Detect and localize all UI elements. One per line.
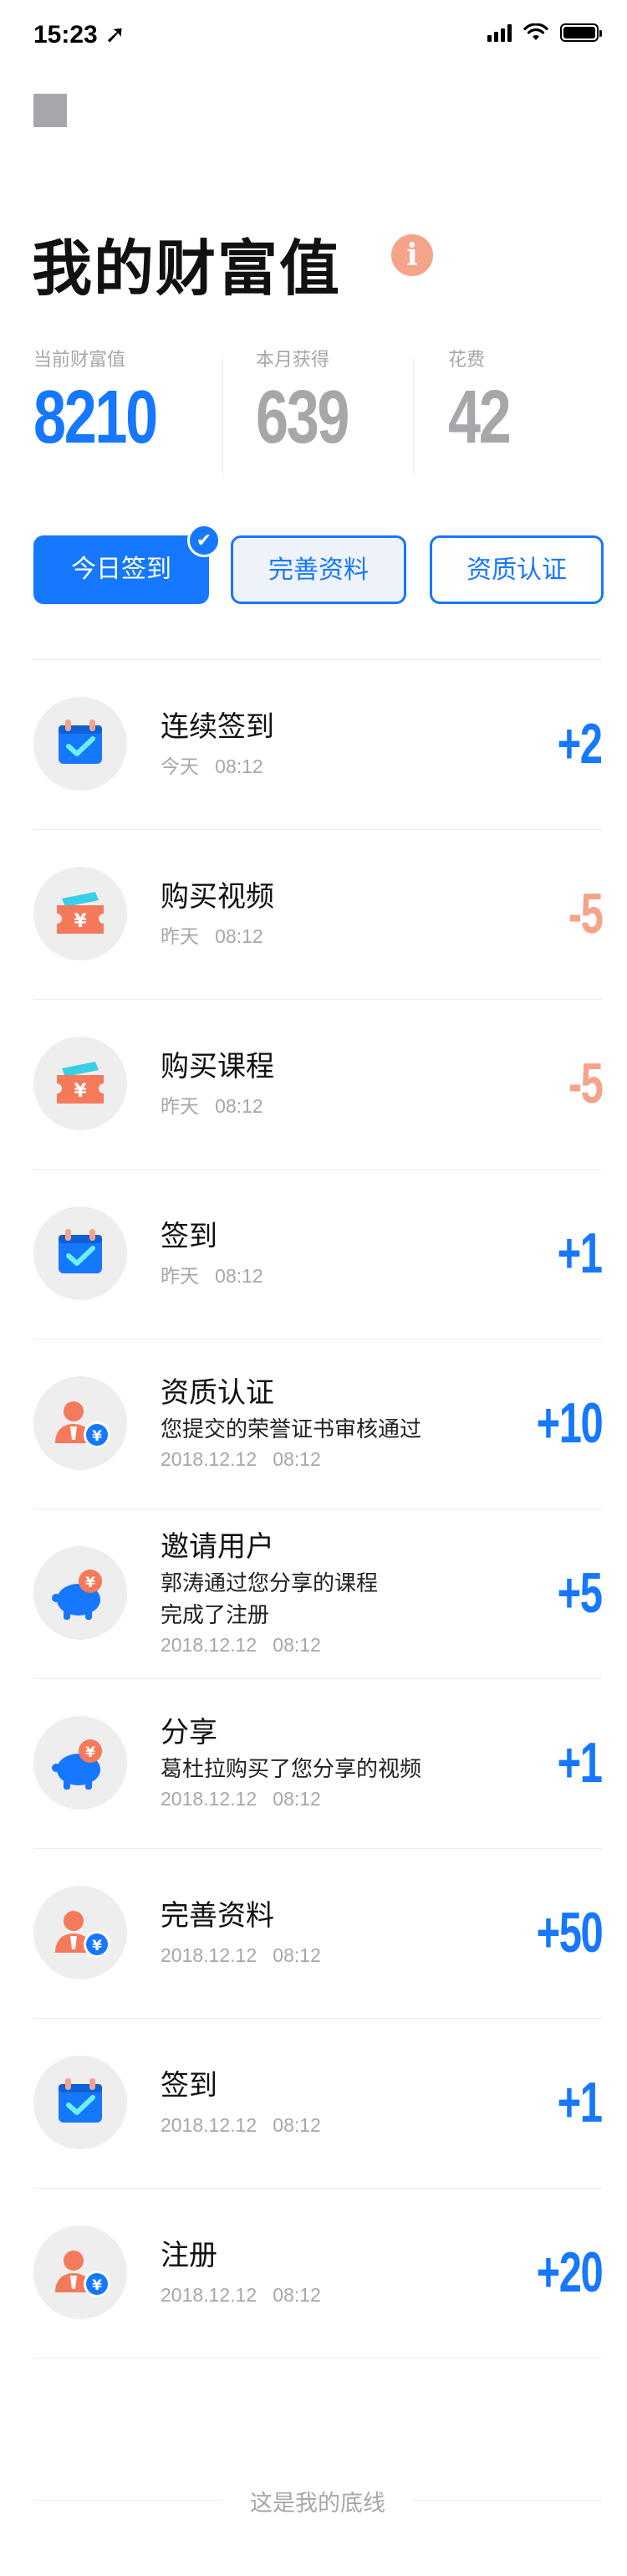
svg-text:¥: ¥ xyxy=(92,1938,102,1954)
record-text: 邀请用户郭涛通过您分享的课程 完成了注册 2018.12.12 08:12 xyxy=(161,1530,512,1659)
wealth-record-list: 连续签到 今天 08:12 +2 ¥ 购买视频 昨天 08:12 -5 ¥ 购买课程 昨天 08:… xyxy=(33,660,603,2358)
record-item[interactable]: ¥ 购买课程昨天 08:12 -5 xyxy=(33,1000,603,1170)
cellular-signal-icon xyxy=(487,23,512,42)
status-bar: 15:23 ➚ xyxy=(0,0,627,74)
record-item[interactable]: ¥ 分享葛杜拉购买了您分享的视频 2018.12.12 08:12 +1 xyxy=(33,1679,603,1849)
record-text: 完善资料 2018.12.12 08:12 xyxy=(161,1899,512,1969)
record-item[interactable]: ¥ 资质认证您提交的荣誉证书审核通过 2018.12.12 08:12 +10 xyxy=(33,1339,603,1509)
record-title: 注册 xyxy=(161,2240,217,2271)
calendar-check-icon xyxy=(33,1206,127,1300)
svg-text:¥: ¥ xyxy=(92,1428,102,1445)
record-time: 昨天 08:12 xyxy=(161,1095,263,1117)
ticket-yen-icon: ¥ xyxy=(33,1037,127,1130)
stat-divider xyxy=(413,358,414,475)
record-item[interactable]: ¥ 邀请用户郭涛通过您分享的课程 完成了注册 2018.12.12 08:12 +5 xyxy=(33,1509,603,1679)
record-text: 购买视频昨天 08:12 xyxy=(161,880,512,950)
stat-label: 当前财富值 xyxy=(33,349,126,370)
record-text: 签到 2018.12.12 08:12 xyxy=(161,2069,512,2139)
record-score: -5 xyxy=(568,882,603,945)
stat-value: 639 xyxy=(256,376,349,459)
record-text: 分享葛杜拉购买了您分享的视频 2018.12.12 08:12 xyxy=(161,1716,512,1813)
wealth-stats: 当前财富值 8210 本月获得 639 花费 42 xyxy=(0,345,627,479)
record-score: +20 xyxy=(536,2241,603,2304)
record-item[interactable]: 连续签到今天 08:12 +2 xyxy=(33,660,603,830)
record-time: 2018.12.12 08:12 xyxy=(161,1788,321,1810)
status-icons xyxy=(487,23,602,42)
stat-label: 本月获得 xyxy=(256,349,330,370)
record-time: 2018.12.12 08:12 xyxy=(161,2114,321,2136)
record-score: +1 xyxy=(558,1221,603,1285)
record-time: 今天 08:12 xyxy=(161,755,263,777)
status-time: 15:23 ➚ xyxy=(33,21,126,49)
svg-text:¥: ¥ xyxy=(74,911,87,932)
record-time: 昨天 08:12 xyxy=(161,1265,263,1287)
stat-value: 8210 xyxy=(33,376,158,459)
list-end-footer: 这是我的底线 xyxy=(33,2483,602,2517)
record-title: 购买课程 xyxy=(161,1051,274,1083)
stat-current-wealth: 当前财富值 8210 xyxy=(33,345,191,455)
back-button[interactable] xyxy=(33,94,67,127)
record-text: 注册 2018.12.12 08:12 xyxy=(161,2239,512,2309)
record-title: 完善资料 xyxy=(161,1900,274,1932)
record-score: -5 xyxy=(568,1052,603,1115)
record-item[interactable]: 签到昨天 08:12 +1 xyxy=(33,1170,603,1339)
user-yen-icon: ¥ xyxy=(33,1376,127,1470)
stat-label: 花费 xyxy=(448,349,486,370)
calendar-check-icon xyxy=(33,697,127,791)
record-title: 邀请用户 xyxy=(161,1531,274,1563)
record-time: 2018.12.12 08:12 xyxy=(161,2284,321,2306)
stat-month-earned: 本月获得 639 xyxy=(256,345,374,455)
record-title: 签到 xyxy=(161,1221,217,1252)
record-title: 连续签到 xyxy=(161,711,274,743)
user-yen-icon: ¥ xyxy=(33,1886,127,1979)
record-time: 2018.12.12 08:12 xyxy=(161,1634,321,1656)
footer-text: 这是我的底线 xyxy=(250,2491,385,2516)
certification-button[interactable]: 资质认证 xyxy=(430,535,604,604)
record-score: +1 xyxy=(558,1731,603,1795)
user-yen-icon: ¥ xyxy=(33,2225,127,2319)
record-text: 连续签到今天 08:12 xyxy=(161,710,512,781)
piggy-bank-icon: ¥ xyxy=(33,1546,127,1640)
record-text: 签到昨天 08:12 xyxy=(161,1220,512,1290)
wifi-icon xyxy=(523,23,548,40)
record-title: 签到 xyxy=(161,2070,217,2102)
checkin-today-button[interactable]: 今日签到 xyxy=(33,535,209,604)
record-score: +10 xyxy=(536,1391,603,1455)
record-score: +1 xyxy=(558,2071,603,2134)
complete-profile-button[interactable]: 完善资料 xyxy=(231,535,406,604)
ticket-yen-icon: ¥ xyxy=(33,867,127,960)
record-title: 资质认证 xyxy=(161,1377,274,1409)
record-text: 购买课程昨天 08:12 xyxy=(161,1050,512,1120)
stat-divider xyxy=(222,358,223,475)
svg-text:¥: ¥ xyxy=(85,1575,95,1591)
record-time: 昨天 08:12 xyxy=(161,925,263,947)
record-description: 葛杜拉购买了您分享的视频 xyxy=(161,1756,422,1781)
info-icon[interactable]: i xyxy=(391,234,433,276)
checked-badge-icon: ✔ xyxy=(187,524,221,557)
record-item[interactable]: 签到 2018.12.12 08:12 +1 xyxy=(33,2019,603,2189)
record-title: 购买视频 xyxy=(161,881,274,913)
battery-icon xyxy=(560,23,602,42)
action-buttons: 今日签到 ✔ 完善资料 资质认证 xyxy=(33,524,604,607)
record-item[interactable]: ¥ 购买视频昨天 08:12 -5 xyxy=(33,830,603,1000)
calendar-check-icon xyxy=(33,2056,127,2149)
record-item[interactable]: ¥ 完善资料 2018.12.12 08:12 +50 xyxy=(33,1849,603,2019)
record-time: 2018.12.12 08:12 xyxy=(161,1448,321,1470)
record-time: 2018.12.12 08:12 xyxy=(161,1944,321,1966)
stat-spent: 花费 42 xyxy=(448,345,527,455)
svg-text:¥: ¥ xyxy=(74,1081,87,1102)
record-item[interactable]: ¥ 注册 2018.12.12 08:12 +20 xyxy=(33,2189,603,2358)
stat-value: 42 xyxy=(448,376,512,459)
record-score: +2 xyxy=(558,712,603,776)
record-title: 分享 xyxy=(161,1717,217,1749)
record-score: +5 xyxy=(558,1561,603,1625)
piggy-bank-icon: ¥ xyxy=(33,1716,127,1810)
record-description: 郭涛通过您分享的课程 完成了注册 xyxy=(161,1570,379,1627)
record-description: 您提交的荣誉证书审核通过 xyxy=(161,1416,422,1442)
svg-text:¥: ¥ xyxy=(85,1744,95,1761)
record-score: +50 xyxy=(536,1901,603,1964)
svg-text:¥: ¥ xyxy=(92,2277,102,2294)
record-text: 资质认证您提交的荣誉证书审核通过 2018.12.12 08:12 xyxy=(161,1376,512,1473)
page-title: 我的财富值 xyxy=(32,236,342,303)
